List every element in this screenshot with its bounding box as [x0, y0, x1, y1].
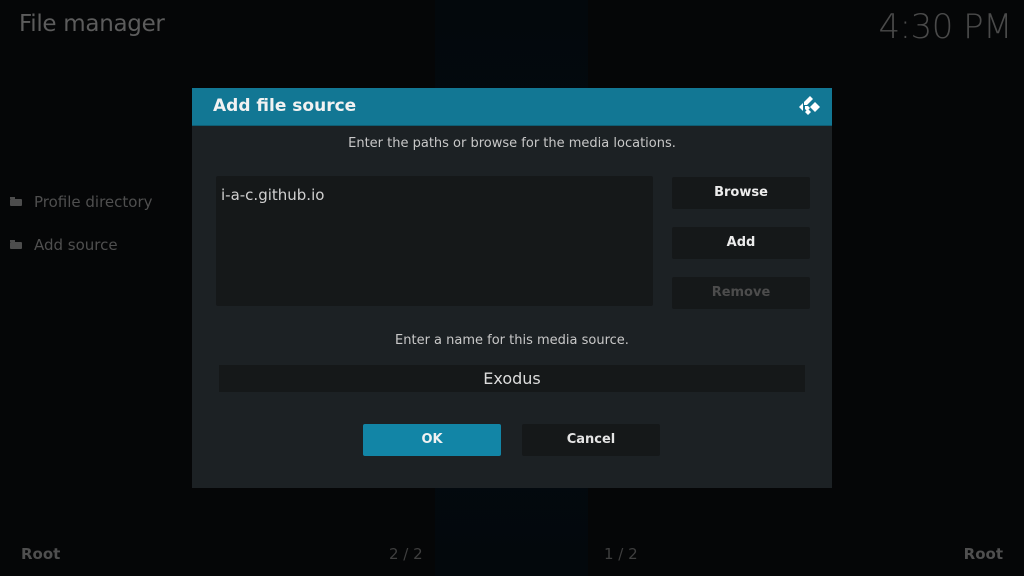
left-page-indicator: 2 / 2 [389, 545, 423, 563]
remove-button[interactable]: Remove [672, 277, 810, 309]
dialog-header: Add file source [192, 88, 832, 126]
add-file-source-dialog: Add file source Enter the paths or brows… [192, 88, 832, 488]
cancel-button[interactable]: Cancel [522, 424, 660, 456]
footer-left-path: Root [21, 545, 61, 563]
kodi-logo-icon [799, 96, 820, 115]
list-item-add-source[interactable]: Add source [10, 223, 153, 266]
list-item-profile-directory[interactable]: Profile directory [10, 180, 153, 223]
paths-instruction: Enter the paths or browse for the media … [348, 136, 676, 151]
folder-icon [10, 240, 22, 249]
right-page-indicator: 1 / 2 [604, 545, 638, 563]
footer-right-path: Root [963, 545, 1003, 563]
list-item-label: Add source [34, 235, 118, 254]
source-list: Profile directory Add source [10, 180, 153, 266]
dialog-title: Add file source [213, 96, 357, 116]
ok-button[interactable]: OK [363, 424, 501, 456]
folder-icon [10, 197, 22, 206]
browse-button[interactable]: Browse [672, 177, 810, 209]
paths-list[interactable]: i-a-c.github.io [216, 176, 653, 306]
name-instruction: Enter a name for this media source. [395, 333, 629, 348]
page-title: File manager [19, 11, 165, 37]
source-name-input[interactable] [219, 365, 805, 392]
clock: 4:30 PM [878, 7, 1013, 47]
add-button[interactable]: Add [672, 227, 810, 259]
list-item-label: Profile directory [34, 192, 153, 211]
path-item[interactable]: i-a-c.github.io [221, 186, 324, 204]
